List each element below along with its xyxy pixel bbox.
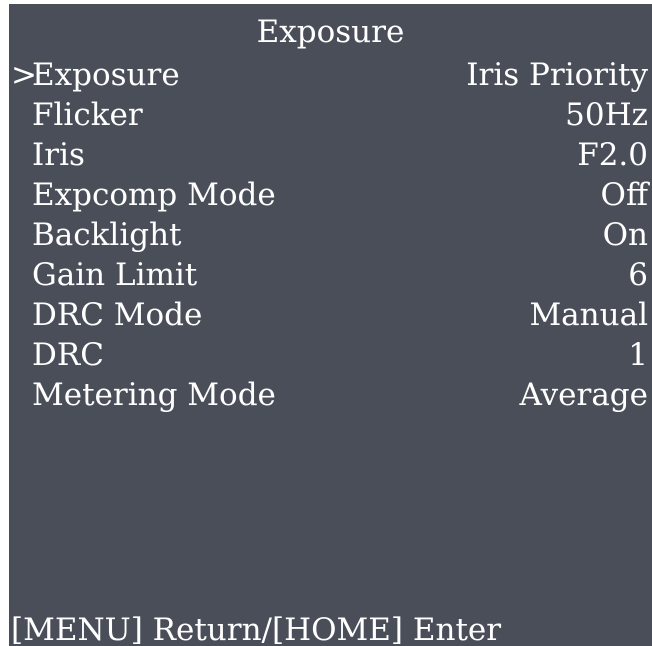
- menu-item-expcomp-mode[interactable]: Expcomp Mode Off: [9, 175, 652, 215]
- footer-key-hint: [MENU] Return/[HOME] Enter: [11, 612, 502, 646]
- menu-item-label: Metering Mode: [32, 377, 276, 413]
- menu-item-value: 6: [628, 257, 648, 293]
- menu-item-label: Expcomp Mode: [32, 177, 276, 213]
- menu-item-value: Iris Priority: [466, 57, 648, 93]
- menu-item-value: F2.0: [577, 137, 648, 173]
- menu-item-label: DRC: [32, 337, 104, 373]
- menu-list: > Exposure Iris Priority Flicker 50Hz Ir…: [9, 55, 652, 415]
- menu-item-value: Manual: [529, 297, 648, 333]
- menu-item-label: Flicker: [32, 97, 143, 133]
- menu-item-value: 1: [628, 337, 648, 373]
- menu-item-exposure[interactable]: > Exposure Iris Priority: [9, 55, 652, 95]
- menu-item-label: Iris: [32, 137, 85, 173]
- menu-item-gain-limit[interactable]: Gain Limit 6: [9, 255, 652, 295]
- menu-item-metering-mode[interactable]: Metering Mode Average: [9, 375, 652, 415]
- menu-item-value: 50Hz: [565, 97, 648, 133]
- menu-item-backlight[interactable]: Backlight On: [9, 215, 652, 255]
- screen: Exposure > Exposure Iris Priority Flicke…: [0, 0, 652, 646]
- osd-menu-panel: Exposure > Exposure Iris Priority Flicke…: [9, 4, 652, 646]
- menu-item-label: DRC Mode: [32, 297, 203, 333]
- menu-item-value: Average: [519, 377, 648, 413]
- menu-item-label: Backlight: [32, 217, 182, 253]
- menu-item-flicker[interactable]: Flicker 50Hz: [9, 95, 652, 135]
- menu-item-drc[interactable]: DRC 1: [9, 335, 652, 375]
- menu-item-drc-mode[interactable]: DRC Mode Manual: [9, 295, 652, 335]
- menu-title: Exposure: [256, 14, 405, 50]
- menu-item-value: On: [602, 217, 648, 253]
- menu-item-value: Off: [600, 177, 648, 213]
- menu-item-label: Exposure: [32, 57, 180, 93]
- menu-item-label: Gain Limit: [32, 257, 198, 293]
- menu-item-iris[interactable]: Iris F2.0: [9, 135, 652, 175]
